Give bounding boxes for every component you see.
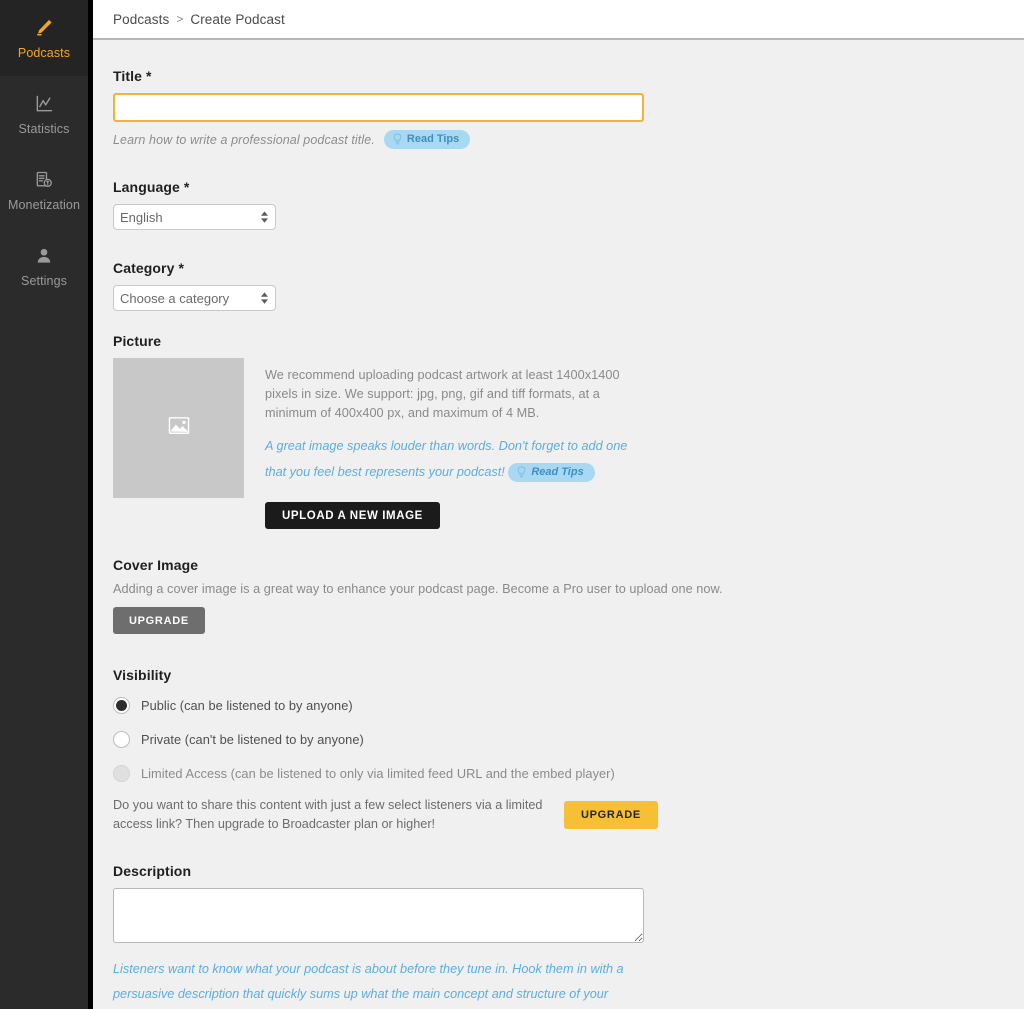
language-select[interactable]: English (113, 204, 276, 230)
limited-access-notice-row: Do you want to share this content with j… (113, 796, 1024, 833)
read-tips-button-title[interactable]: Read Tips (384, 130, 470, 149)
form-content: Title * Learn how to write a professiona… (93, 40, 1024, 1009)
visibility-option-label: Limited Access (can be listened to only … (141, 766, 615, 781)
title-label: Title * (113, 68, 1024, 84)
picture-tip: A great image speaks louder than words. … (265, 434, 649, 485)
cover-image-upgrade-button[interactable]: UPGRADE (113, 607, 205, 634)
radio-limited-icon (113, 765, 130, 782)
picture-info: We recommend uploading podcast artwork a… (265, 358, 649, 529)
limited-access-notice: Do you want to share this content with j… (113, 796, 545, 833)
title-input[interactable] (113, 93, 644, 122)
image-placeholder-icon (168, 416, 190, 441)
money-document-icon (34, 167, 54, 193)
sidebar-item-podcasts[interactable]: Podcasts (0, 0, 88, 76)
category-select-wrap: Choose a category (113, 285, 276, 311)
field-cover-image: Cover Image Adding a cover image is a gr… (113, 557, 1024, 634)
picture-label: Picture (113, 333, 1024, 349)
pencil-icon (33, 15, 55, 41)
description-label: Description (113, 863, 1024, 879)
breadcrumb-current: Create Podcast (190, 12, 284, 27)
read-tips-button-picture[interactable]: Read Tips (508, 463, 594, 482)
field-visibility: Visibility Public (can be listened to by… (113, 667, 1024, 833)
visibility-label: Visibility (113, 667, 1024, 683)
breadcrumb-parent[interactable]: Podcasts (113, 12, 169, 27)
sidebar-item-settings[interactable]: Settings (0, 228, 88, 304)
user-icon (34, 243, 54, 269)
lightbulb-icon (516, 466, 527, 479)
language-select-wrap: English (113, 204, 276, 230)
sidebar-item-label: Statistics (18, 123, 69, 136)
title-hint-text: Learn how to write a professional podcas… (113, 133, 375, 147)
chart-icon (34, 91, 54, 117)
picture-preview[interactable] (113, 358, 244, 498)
visibility-option-limited: Limited Access (can be listened to only … (113, 765, 1024, 782)
sidebar: Podcasts Statistics Monetization (0, 0, 93, 1009)
language-label: Language * (113, 179, 1024, 195)
category-label: Category * (113, 260, 1024, 276)
visibility-upgrade-button[interactable]: UPGRADE (564, 801, 658, 829)
field-category: Category * Choose a category (113, 260, 1024, 311)
field-title: Title * Learn how to write a professiona… (113, 68, 1024, 149)
field-description: Description Listeners want to know what … (113, 863, 1024, 1009)
app-root: Podcasts Statistics Monetization (0, 0, 1024, 1009)
read-tips-label: Read Tips (407, 134, 459, 145)
visibility-option-private[interactable]: Private (can't be listened to by anyone) (113, 731, 1024, 748)
radio-private-icon[interactable] (113, 731, 130, 748)
sidebar-item-label: Monetization (8, 199, 80, 212)
category-select[interactable]: Choose a category (113, 285, 276, 311)
sidebar-item-monetization[interactable]: Monetization (0, 152, 88, 228)
visibility-option-label: Public (can be listened to by anyone) (141, 698, 353, 713)
picture-row: We recommend uploading podcast artwork a… (113, 358, 1024, 529)
field-language: Language * English (113, 179, 1024, 230)
breadcrumb: Podcasts > Create Podcast (93, 0, 1024, 40)
read-tips-label: Read Tips (531, 467, 583, 478)
cover-image-label: Cover Image (113, 557, 1024, 573)
sidebar-item-label: Podcasts (18, 47, 70, 60)
main-area: Podcasts > Create Podcast Title * Learn … (93, 0, 1024, 1009)
upload-new-image-button[interactable]: UPLOAD A NEW IMAGE (265, 502, 440, 529)
field-picture: Picture We recommend uploading podcast (113, 333, 1024, 529)
title-hint-row: Learn how to write a professional podcas… (113, 130, 1024, 149)
cover-image-description: Adding a cover image is a great way to e… (113, 582, 1024, 596)
visibility-option-public[interactable]: Public (can be listened to by anyone) (113, 697, 1024, 714)
sidebar-item-statistics[interactable]: Statistics (0, 76, 88, 152)
description-tip: Listeners want to know what your podcast… (113, 957, 643, 1009)
sidebar-item-label: Settings (21, 275, 67, 288)
lightbulb-icon (392, 133, 403, 146)
radio-public-icon[interactable] (113, 697, 130, 714)
description-textarea[interactable] (113, 888, 644, 943)
visibility-option-label: Private (can't be listened to by anyone) (141, 732, 364, 747)
picture-description: We recommend uploading podcast artwork a… (265, 366, 647, 422)
breadcrumb-separator-icon: > (176, 12, 183, 26)
